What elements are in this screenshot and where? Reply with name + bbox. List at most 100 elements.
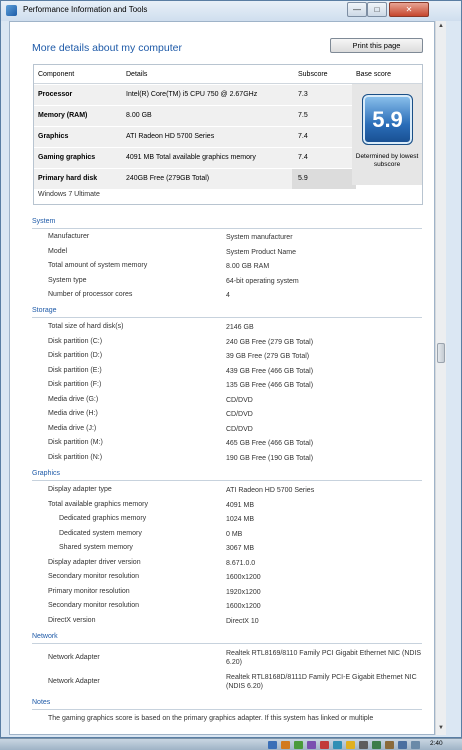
row-label: Total available graphics memory xyxy=(48,500,148,508)
tray-app-icon[interactable] xyxy=(359,741,368,749)
row-label: Number of processor cores xyxy=(48,291,133,298)
row-label: Media drive (J:) xyxy=(48,424,97,432)
row-value: 1600x1200 xyxy=(226,603,261,610)
list-item: Network Adapter Realtek RTL8169/8110 Fami… xyxy=(48,649,428,671)
score-row-graphics: Graphics ATI Radeon HD 5700 Series 7.4 xyxy=(34,127,356,148)
column-details: Details xyxy=(126,71,148,78)
row-label: Model xyxy=(48,247,68,255)
list-item: DirectX version DirectX 10 xyxy=(48,617,428,631)
component-details: Intel(R) Core(TM) i5 CPU 750 @ 2.67GHz xyxy=(126,91,258,98)
details-panel: More details about my computer Print thi… xyxy=(9,21,435,735)
scroll-up-icon[interactable]: ▲ xyxy=(436,21,446,32)
row-value: ATI Radeon HD 5700 Series xyxy=(226,487,315,494)
network-icon[interactable] xyxy=(411,741,420,749)
base-score-value: 5.9 xyxy=(372,107,403,132)
taskbar: 2:40 xyxy=(0,738,462,750)
row-value: 8.00 GB RAM xyxy=(226,263,270,270)
row-value: CD/DVD xyxy=(226,425,253,433)
base-score-note: Determined by lowest subscore xyxy=(355,153,419,168)
close-button[interactable]: ✕ xyxy=(389,2,429,17)
component-label: Processor xyxy=(38,91,73,98)
row-value: 8.671.0.0 xyxy=(226,559,256,567)
os-edition: Windows 7 Ultimate xyxy=(38,191,100,198)
section-divider xyxy=(32,643,422,644)
title-bar[interactable]: Performance Information and Tools — □ ✕ xyxy=(1,1,461,21)
list-item: Primary monitor resolution 1920x1200 xyxy=(48,588,428,602)
score-row-processor: Processor Intel(R) Core(TM) i5 CPU 750 @… xyxy=(34,85,356,106)
tray-app-icon[interactable] xyxy=(294,741,303,749)
list-item: Secondary monitor resolution 1600x1200 xyxy=(48,602,428,616)
score-row-primary-hard-disk: Primary hard disk 240GB Free (279GB Tota… xyxy=(34,169,356,190)
print-button[interactable]: Print this page xyxy=(330,38,423,53)
row-label: Total size of hard disk(s) xyxy=(48,323,124,330)
list-item: System type 64-bit operating system xyxy=(48,277,428,291)
row-value: 2146 GB xyxy=(226,324,254,331)
component-subscore: 7.5 xyxy=(298,112,308,119)
component-label: Primary hard disk xyxy=(38,175,98,182)
tray-app-icon[interactable] xyxy=(307,741,316,749)
row-label: Disk partition (D:) xyxy=(48,352,103,359)
component-details: 240GB Free (279GB Total) xyxy=(126,175,210,182)
list-item: Dedicated graphics memory 1024 MB xyxy=(48,515,428,529)
notes-text-row: The gaming graphics score is based on th… xyxy=(48,715,408,729)
volume-icon[interactable] xyxy=(398,741,407,749)
row-value: 1600x1200 xyxy=(226,574,261,581)
row-value: 39 GB Free (279 GB Total) xyxy=(226,353,310,360)
app-window: Performance Information and Tools — □ ✕ … xyxy=(0,0,462,738)
tray-app-icon[interactable] xyxy=(385,741,394,749)
maximize-button[interactable]: □ xyxy=(367,2,387,17)
row-label: Primary monitor resolution xyxy=(48,587,130,595)
section-notes-title: Notes xyxy=(32,699,51,706)
minimize-button[interactable]: — xyxy=(347,2,367,17)
section-divider xyxy=(32,480,422,481)
row-label: DirectX version xyxy=(48,616,96,624)
row-value: Realtek RTL8168D/8111D Family PCI-E Giga… xyxy=(226,674,417,690)
base-score-cell: 5.9 Determined by lowest subscore xyxy=(352,84,422,185)
tray-app-icon[interactable] xyxy=(372,741,381,749)
row-label: Display adapter driver version xyxy=(48,558,141,566)
clock[interactable]: 2:40 xyxy=(430,740,443,747)
row-label: Network Adapter xyxy=(48,654,100,661)
row-value: Realtek RTL8169/8110 Family PCI Gigabit … xyxy=(226,650,422,666)
row-label: Disk partition (M:) xyxy=(48,439,103,446)
row-label: Secondary monitor resolution xyxy=(48,573,140,580)
tray-app-icon[interactable] xyxy=(320,741,329,749)
row-value: 4 xyxy=(226,292,230,299)
list-item: Network Adapter Realtek RTL8168D/8111D Fa… xyxy=(48,673,428,695)
row-label: System type xyxy=(48,276,87,284)
row-value: 465 GB Free (466 GB Total) xyxy=(226,440,314,447)
row-label: Disk partition (F:) xyxy=(48,381,102,388)
column-subscore: Subscore xyxy=(298,71,328,78)
tray-app-icon[interactable] xyxy=(268,741,277,749)
list-item: Total amount of system memory 8.00 GB RAM xyxy=(48,262,428,276)
row-value: 190 GB Free (190 GB Total) xyxy=(226,454,314,462)
list-item: Disk partition (C:) 240 GB Free (279 GB T… xyxy=(48,338,428,352)
vertical-scrollbar[interactable]: ▲ ▼ xyxy=(435,21,446,735)
list-item: Model System Product Name xyxy=(48,248,428,262)
base-score-badge: 5.9 xyxy=(362,94,413,145)
list-item: Number of processor cores 4 xyxy=(48,291,428,305)
section-divider xyxy=(32,709,422,710)
row-label: Disk partition (E:) xyxy=(48,366,102,374)
row-value: 64-bit operating system xyxy=(226,277,299,285)
score-table: Component Details Subscore Base score Pr… xyxy=(33,64,423,205)
list-item: Manufacturer System manufacturer xyxy=(48,233,428,247)
row-label: Shared system memory xyxy=(59,544,133,551)
list-item: Media drive (G:) CD/DVD xyxy=(48,396,428,410)
tray-app-icon[interactable] xyxy=(281,741,290,749)
tray-app-icon[interactable] xyxy=(333,741,342,749)
row-value: 240 GB Free (279 GB Total) xyxy=(226,338,314,346)
component-label: Graphics xyxy=(38,133,69,140)
scrollbar-thumb[interactable] xyxy=(437,343,445,363)
component-subscore: 5.9 xyxy=(298,175,308,182)
row-value: CD/DVD xyxy=(226,396,253,404)
tray-app-icon[interactable] xyxy=(346,741,355,749)
section-divider xyxy=(32,317,422,318)
list-item: Dedicated system memory 0 MB xyxy=(48,530,428,544)
component-label: Gaming graphics xyxy=(38,154,96,161)
component-label: Memory (RAM) xyxy=(38,112,88,119)
section-divider xyxy=(32,228,422,229)
row-label: Secondary monitor resolution xyxy=(48,602,140,609)
scroll-down-icon[interactable]: ▼ xyxy=(436,723,446,734)
row-value: 135 GB Free (466 GB Total) xyxy=(226,382,314,389)
